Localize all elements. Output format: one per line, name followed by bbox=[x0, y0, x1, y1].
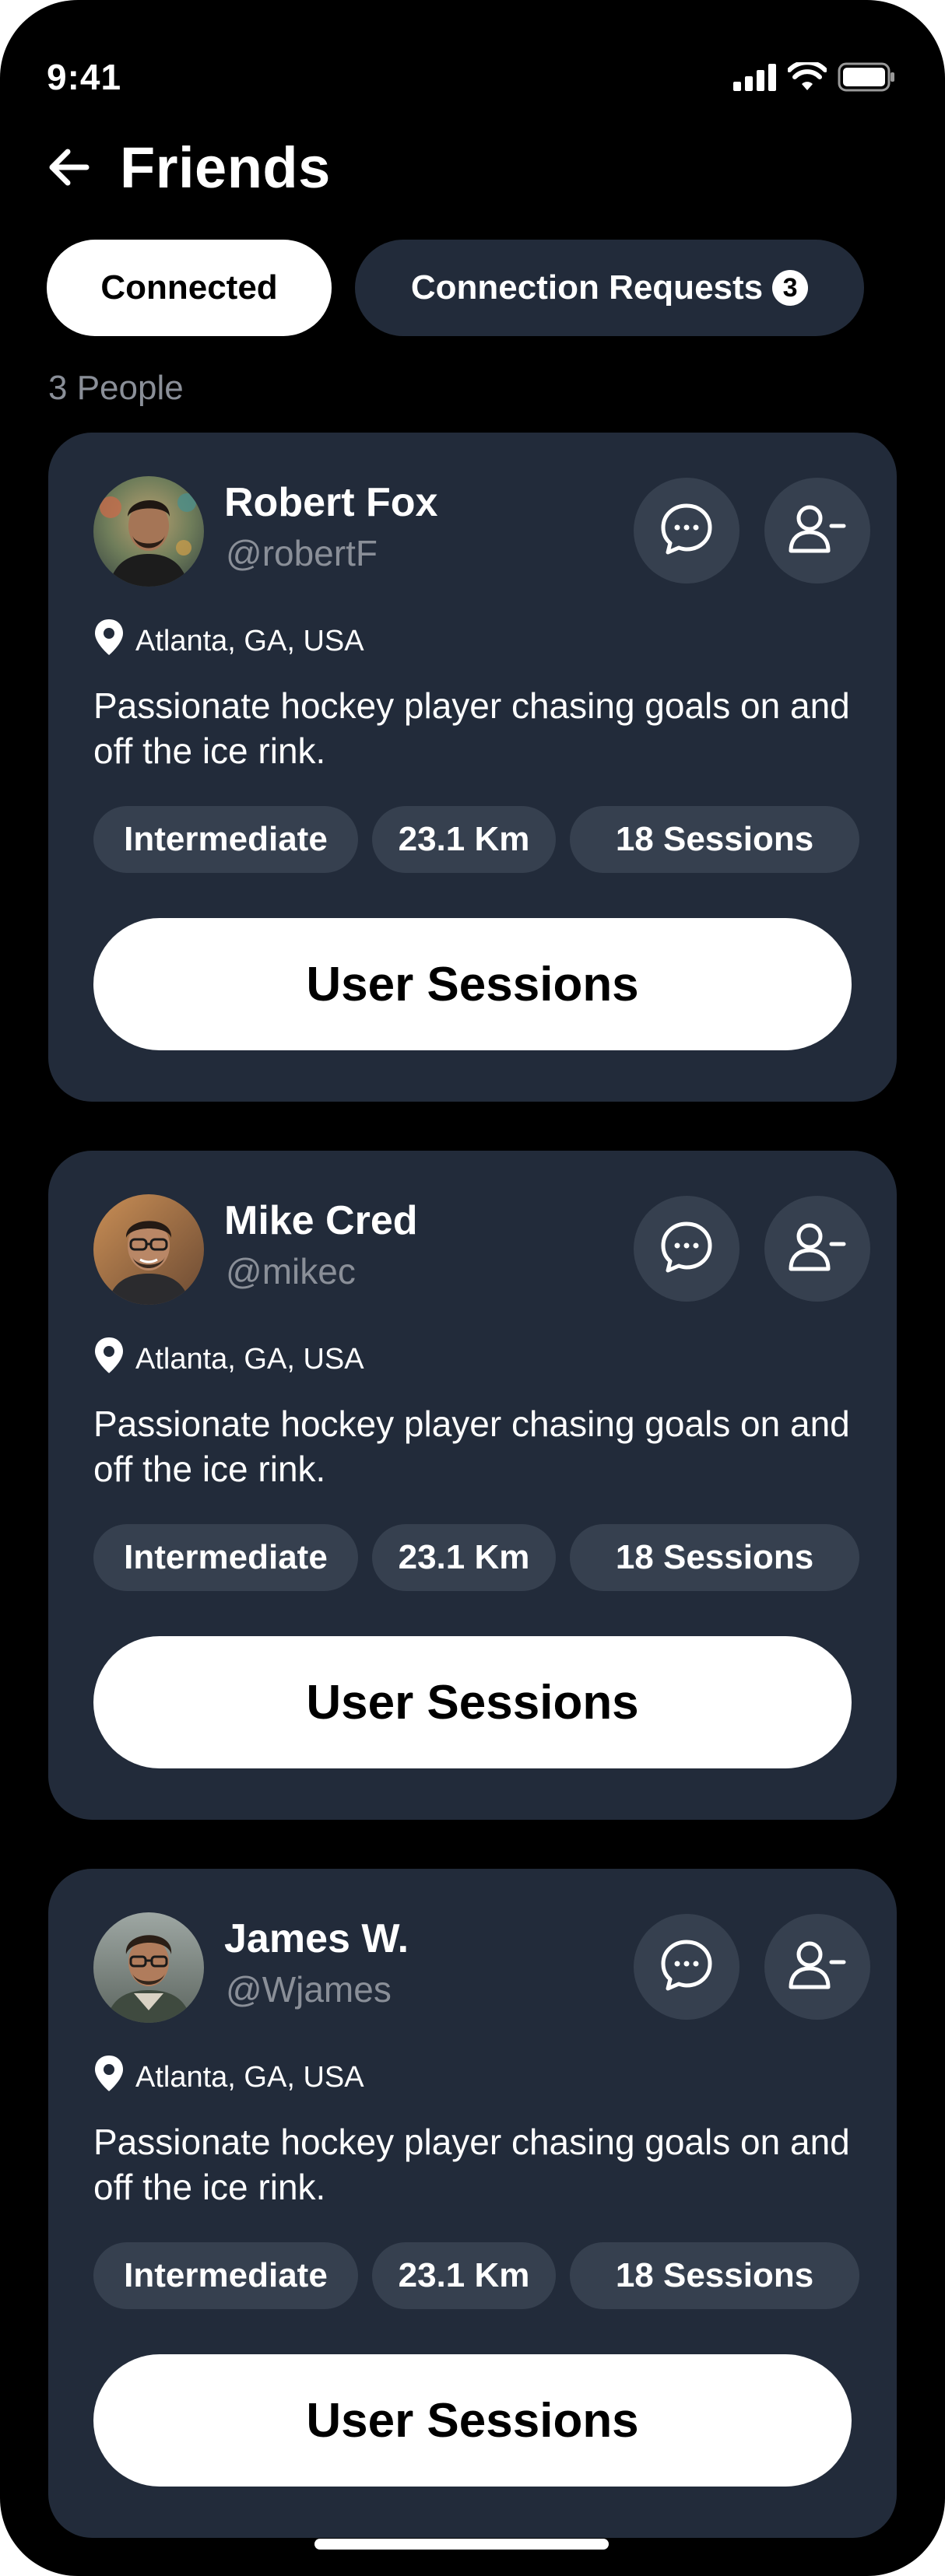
friend-card: Robert Fox @robertF Atlanta, GA, USA Pas… bbox=[48, 433, 897, 1102]
location-label: Atlanta, GA, USA bbox=[135, 624, 364, 657]
remove-friend-icon bbox=[788, 1219, 847, 1279]
avatar bbox=[93, 1194, 204, 1305]
status-time: 9:41 bbox=[47, 57, 122, 97]
friend-bio: Passionate hockey player chasing goals o… bbox=[93, 2122, 850, 2207]
distance-chip: 23.1 Km bbox=[372, 806, 556, 873]
skill-level-chip: Intermediate bbox=[93, 806, 358, 873]
friend-stats: Intermediate 23.1 Km 18 Sessions bbox=[93, 1524, 859, 1591]
requests-count-badge: 3 bbox=[772, 270, 809, 306]
sessions-count-chip: 18 Sessions bbox=[570, 1524, 859, 1591]
location-pin-icon bbox=[93, 618, 125, 664]
skill-level-chip: Intermediate bbox=[93, 2242, 358, 2309]
user-sessions-button[interactable]: User Sessions bbox=[93, 1636, 852, 1768]
tab-connected[interactable]: Connected bbox=[47, 240, 332, 336]
friend-bio: Passionate hockey player chasing goals o… bbox=[93, 685, 850, 771]
tab-bar: Connected Connection Requests 3 bbox=[47, 240, 864, 336]
remove-friend-button[interactable] bbox=[764, 1196, 870, 1302]
message-button[interactable] bbox=[634, 1914, 739, 2020]
location-label: Atlanta, GA, USA bbox=[135, 2060, 364, 2094]
phone-screen: 9:41 Friends Connected Connection Reques… bbox=[0, 0, 945, 2576]
friend-bio: Passionate hockey player chasing goals o… bbox=[93, 1404, 850, 1489]
remove-friend-button[interactable] bbox=[764, 478, 870, 584]
friend-location: Atlanta, GA, USA bbox=[93, 618, 364, 664]
remove-friend-button[interactable] bbox=[764, 1914, 870, 2020]
friend-card: James W. @Wjames Atlanta, GA, USA Passio… bbox=[48, 1869, 897, 2538]
friend-name: Robert Fox bbox=[224, 480, 438, 525]
friend-name: James W. bbox=[224, 1916, 409, 1961]
message-button[interactable] bbox=[634, 1196, 739, 1302]
sessions-count-chip: 18 Sessions bbox=[570, 806, 859, 873]
arrow-left-icon[interactable] bbox=[45, 143, 93, 191]
location-label: Atlanta, GA, USA bbox=[135, 1342, 364, 1376]
remove-friend-icon bbox=[788, 501, 847, 561]
distance-chip: 23.1 Km bbox=[372, 2242, 556, 2309]
chat-bubble-icon bbox=[659, 1219, 715, 1279]
tab-requests-label: Connection Requests bbox=[410, 268, 764, 307]
friend-stats: Intermediate 23.1 Km 18 Sessions bbox=[93, 806, 859, 873]
battery-icon bbox=[838, 62, 895, 96]
location-pin-icon bbox=[93, 1336, 125, 1383]
friend-location: Atlanta, GA, USA bbox=[93, 2054, 364, 2101]
signal-icon bbox=[733, 63, 777, 95]
message-button[interactable] bbox=[634, 478, 739, 584]
friend-stats: Intermediate 23.1 Km 18 Sessions bbox=[93, 2242, 859, 2309]
status-icons bbox=[733, 60, 895, 96]
wifi-icon bbox=[787, 60, 827, 96]
tab-connected-label: Connected bbox=[100, 268, 278, 307]
skill-level-chip: Intermediate bbox=[93, 1524, 358, 1591]
chat-bubble-icon bbox=[659, 501, 715, 561]
tab-connection-requests[interactable]: Connection Requests 3 bbox=[355, 240, 864, 336]
friend-card: Mike Cred @mikec Atlanta, GA, USA Passio… bbox=[48, 1151, 897, 1820]
friend-name: Mike Cred bbox=[224, 1198, 418, 1243]
people-count: 3 People bbox=[48, 369, 184, 407]
header: Friends bbox=[45, 132, 331, 202]
distance-chip: 23.1 Km bbox=[372, 1524, 556, 1591]
remove-friend-icon bbox=[788, 1937, 847, 1997]
user-sessions-button[interactable]: User Sessions bbox=[93, 918, 852, 1050]
chat-bubble-icon bbox=[659, 1937, 715, 1997]
user-sessions-button[interactable]: User Sessions bbox=[93, 2354, 852, 2487]
page-title: Friends bbox=[120, 135, 331, 200]
location-pin-icon bbox=[93, 2054, 125, 2101]
home-indicator[interactable] bbox=[314, 2539, 609, 2550]
avatar bbox=[93, 476, 204, 587]
avatar bbox=[93, 1912, 204, 2023]
friend-handle: @robertF bbox=[226, 533, 378, 573]
friend-handle: @mikec bbox=[226, 1251, 356, 1292]
sessions-count-chip: 18 Sessions bbox=[570, 2242, 859, 2309]
friend-handle: @Wjames bbox=[226, 1969, 392, 2010]
friend-location: Atlanta, GA, USA bbox=[93, 1336, 364, 1383]
